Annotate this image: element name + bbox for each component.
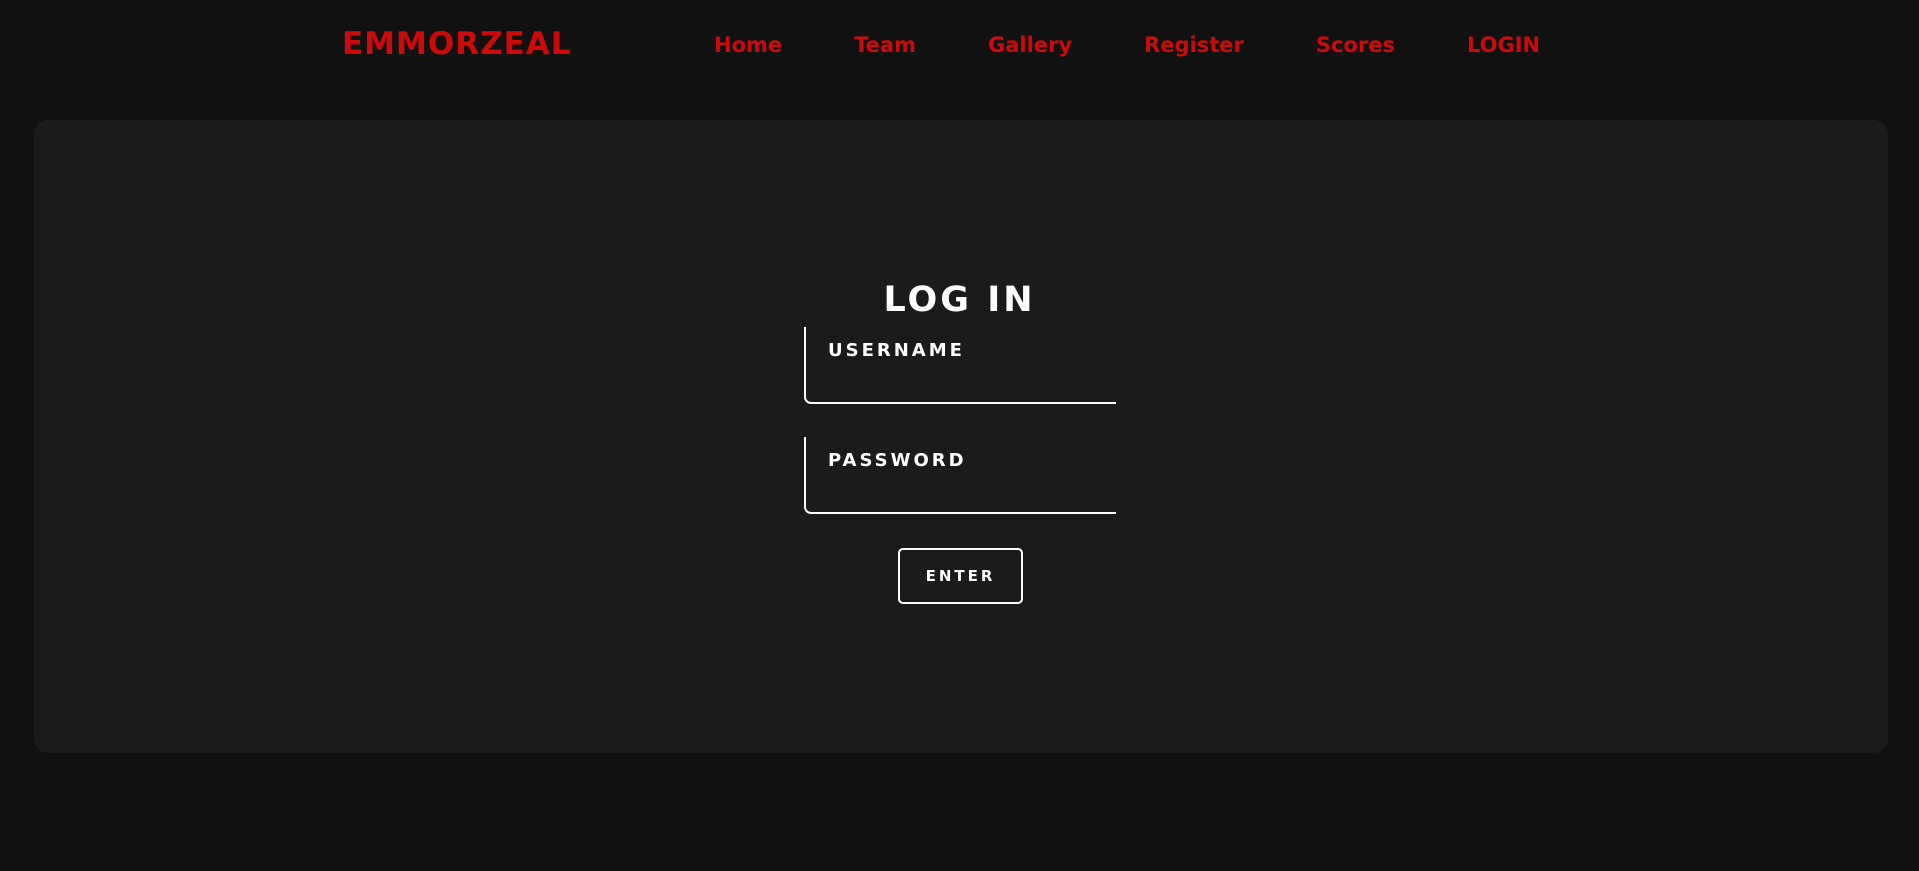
nav-link-login[interactable]: LOGIN <box>1467 30 1540 60</box>
password-input[interactable] <box>806 437 1116 512</box>
username-input[interactable] <box>806 327 1116 402</box>
nav-link-register[interactable]: Register <box>1144 30 1244 60</box>
login-title: LOG IN <box>883 280 1036 321</box>
enter-button[interactable]: ENTER <box>898 548 1023 604</box>
brand-logo-link[interactable]: EMMORZEAL <box>342 24 572 64</box>
navbar: EMMORZEAL Home Team Gallery Register Sco… <box>0 0 1919 88</box>
nav-link-gallery[interactable]: Gallery <box>988 30 1072 60</box>
nav-menu: Home Team Gallery Register Scores LOGIN <box>714 30 1540 60</box>
password-field: PASSWORD <box>804 437 1116 514</box>
nav-link-home[interactable]: Home <box>714 30 782 60</box>
username-field: USERNAME <box>804 327 1116 404</box>
nav-link-team[interactable]: Team <box>854 30 916 60</box>
nav-link-scores[interactable]: Scores <box>1316 30 1395 60</box>
